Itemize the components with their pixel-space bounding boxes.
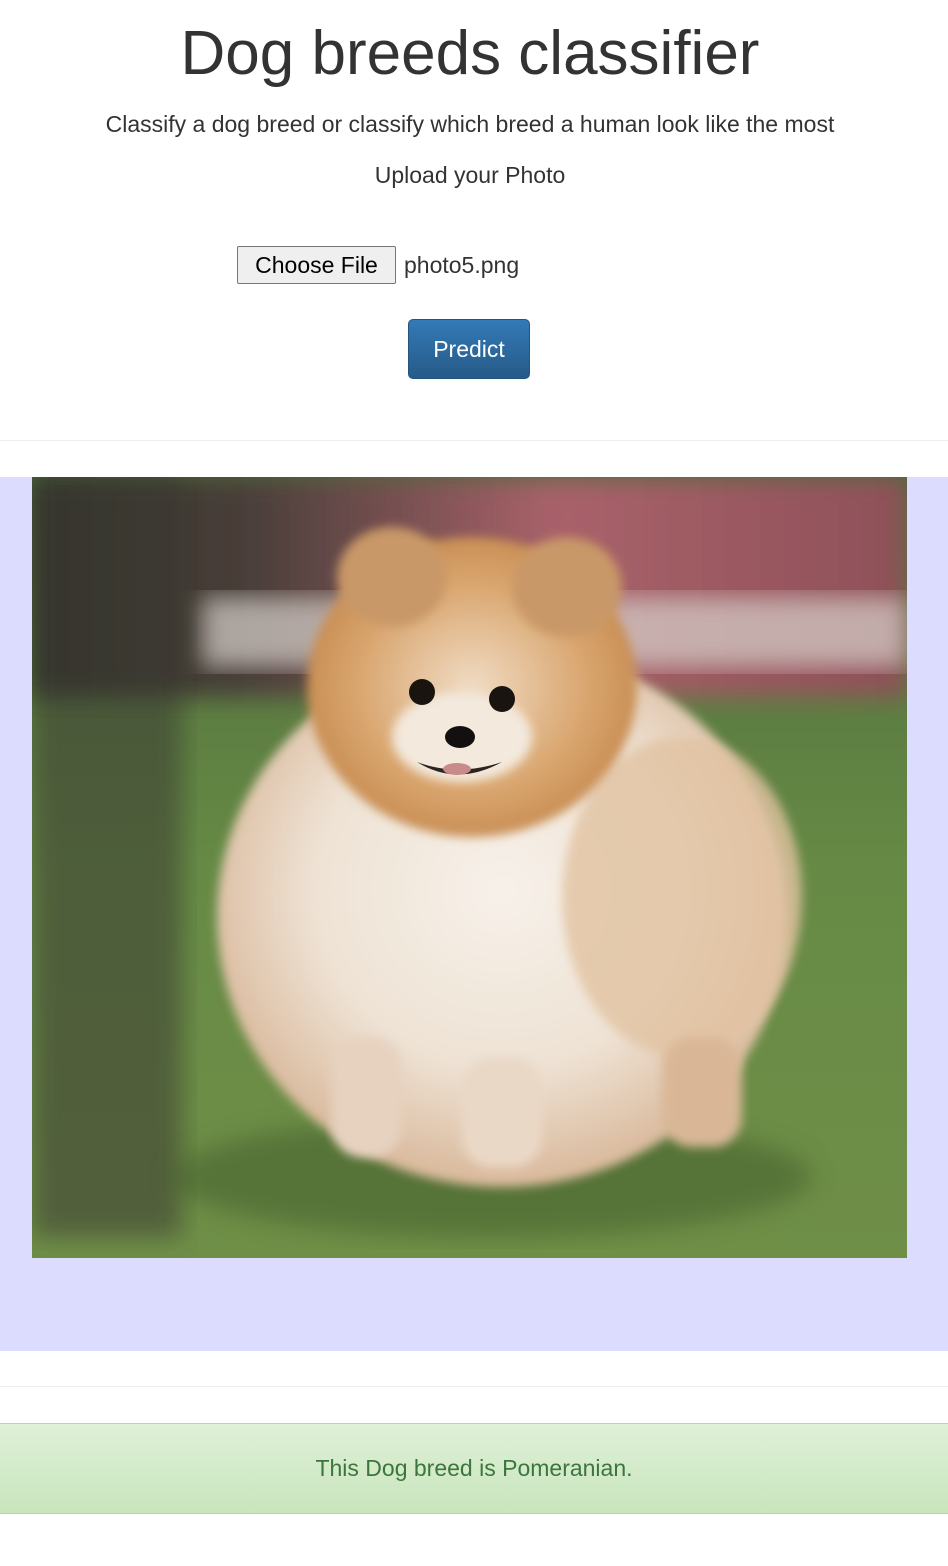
prediction-result-alert: This Dog breed is Pomeranian. (0, 1423, 948, 1514)
selected-file-name: photo5.png (404, 251, 520, 278)
page: Dog breeds classifier Classify a dog bre… (0, 0, 948, 1566)
uploaded-dog-photo (32, 477, 907, 1258)
page-subtitle: Classify a dog breed or classify which b… (105, 111, 835, 137)
divider (0, 440, 948, 441)
choose-file-button[interactable]: Choose File (237, 246, 396, 284)
upload-label: Upload your Photo (374, 162, 566, 188)
file-input[interactable]: Choose File photo5.png (237, 246, 519, 284)
image-preview-panel (0, 477, 948, 1351)
divider (0, 1386, 948, 1387)
predict-button[interactable]: Predict (408, 319, 530, 379)
page-title: Dog breeds classifier (180, 19, 760, 88)
